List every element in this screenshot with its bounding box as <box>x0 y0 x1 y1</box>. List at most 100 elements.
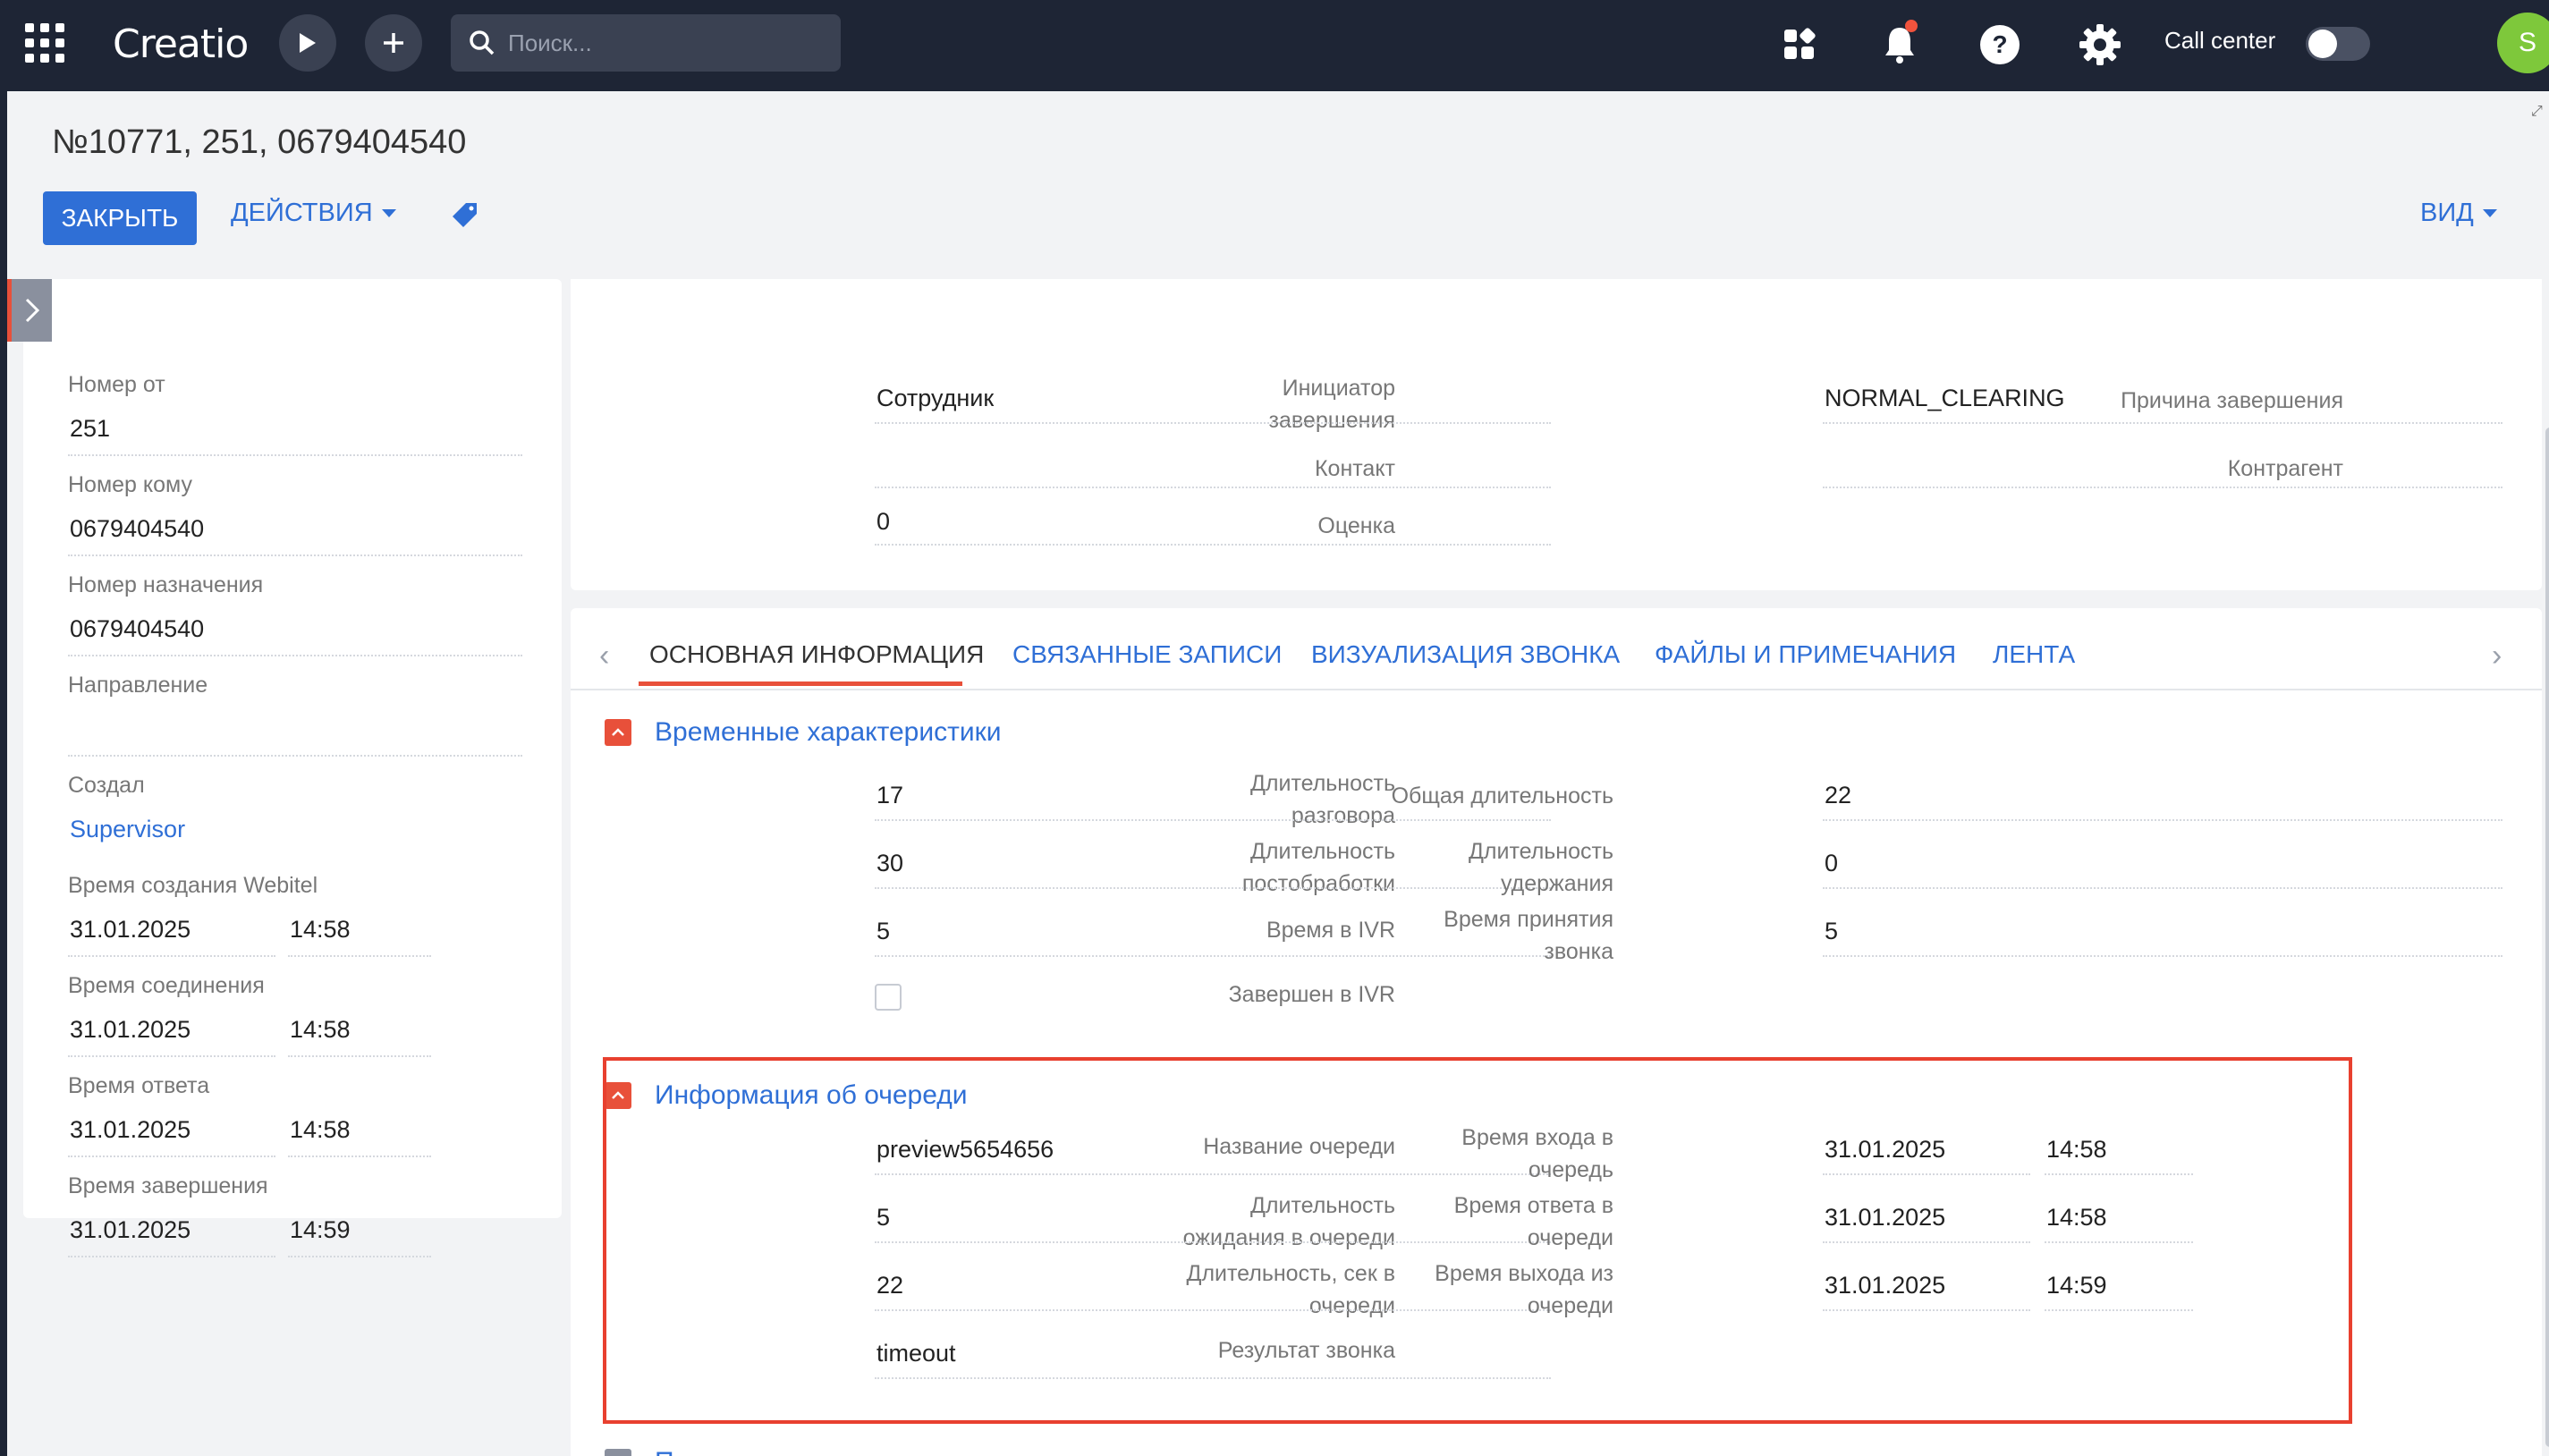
webitel-time-label: Время создания Webitel <box>68 873 318 898</box>
ivr-completed-label: Завершен в IVR <box>1228 982 1395 1007</box>
connect-time-value[interactable]: 14:58 <box>290 1016 351 1044</box>
field-underline <box>68 554 522 556</box>
initiator-label: Инициатор завершения <box>1268 376 1395 433</box>
time-group-title: Временные характеристики <box>655 717 1002 747</box>
field-underline <box>68 955 275 957</box>
chevron-down-icon <box>381 209 396 217</box>
field-underline <box>68 1055 275 1057</box>
rating-label: Оценка <box>1317 513 1395 538</box>
search-input[interactable] <box>508 29 830 57</box>
webitel-date-value[interactable]: 31.01.2025 <box>70 916 191 944</box>
connect-date-value[interactable]: 31.01.2025 <box>70 1016 191 1044</box>
total-duration-label: Общая длительность <box>1391 783 1613 808</box>
chevron-down-icon <box>2482 209 2497 217</box>
app-logo[interactable]: Creatio <box>113 21 249 67</box>
talk-duration-value[interactable]: 17 <box>876 782 903 809</box>
accept-time-value[interactable]: 5 <box>1825 918 1838 945</box>
expand-chevron-icon[interactable] <box>605 1449 631 1456</box>
actions-dropdown[interactable]: ДЕЙСТВИЯ <box>231 199 396 228</box>
notifications-bell-icon[interactable] <box>1875 20 1925 70</box>
field-underline <box>288 1256 431 1257</box>
view-dropdown[interactable]: ВИД <box>2420 199 2497 228</box>
field-underline <box>68 1155 275 1157</box>
field-underline <box>68 454 522 456</box>
avatar[interactable]: S <box>2497 13 2549 73</box>
answer-date-value[interactable]: 31.01.2025 <box>70 1116 191 1144</box>
end-time-label: Время завершения <box>68 1173 268 1198</box>
field-underline <box>1823 422 2502 424</box>
vars-group-title: Переменные <box>655 1447 816 1456</box>
number-from-label: Номер от <box>68 372 165 397</box>
postprocess-duration-label: Длительность постобработки <box>1241 839 1395 896</box>
view-label: ВИД <box>2420 199 2474 227</box>
tab-call-visualization[interactable]: ВИЗУАЛИЗАЦИЯ ЗВОНКА <box>1311 640 1620 669</box>
field-underline <box>288 955 431 957</box>
tab-files-notes[interactable]: ФАЙЛЫ И ПРИМЕЧАНИЯ <box>1655 640 1956 669</box>
contact-label: Контакт <box>1314 456 1395 481</box>
dest-number-label: Номер назначения <box>68 572 264 597</box>
hold-duration-label: Длительность удержания <box>1468 839 1613 896</box>
webitel-time-value[interactable]: 14:58 <box>290 916 351 944</box>
total-duration-value[interactable]: 22 <box>1825 782 1851 809</box>
field-underline <box>1823 819 2502 821</box>
answer-time-label: Время ответа <box>68 1073 210 1098</box>
call-center-label: Call center <box>2164 27 2276 54</box>
page-title: №10771, 251, 0679404540 <box>52 123 467 161</box>
apps-grid-icon[interactable] <box>25 23 64 63</box>
tag-icon[interactable] <box>451 200 479 233</box>
ivr-time-label: Время в IVR <box>1266 918 1395 943</box>
tab-bar: ‹ ОСНОВНАЯ ИНФОРМАЦИЯ СВЯЗАННЫЕ ЗАПИСИ В… <box>571 608 2542 690</box>
plus-icon <box>384 33 403 53</box>
created-by-label: Создал <box>68 773 145 798</box>
tab-feed[interactable]: ЛЕНТА <box>1993 640 2075 669</box>
postprocess-duration-value[interactable]: 30 <box>876 850 903 877</box>
dest-number-value[interactable]: 0679404540 <box>70 615 204 643</box>
dashboards-icon[interactable] <box>1774 20 1825 70</box>
tabs-scroll-right-icon[interactable]: › <box>2492 639 2502 673</box>
call-center-toggle[interactable] <box>2306 27 2370 61</box>
field-underline <box>1823 487 2502 488</box>
answer-time-value[interactable]: 14:58 <box>290 1116 351 1144</box>
notification-badge <box>1905 20 1918 32</box>
play-button[interactable] <box>279 14 336 72</box>
hold-duration-value[interactable]: 0 <box>1825 850 1838 877</box>
field-underline <box>875 487 1551 488</box>
tab-main-info[interactable]: ОСНОВНАЯ ИНФОРМАЦИЯ <box>649 640 984 669</box>
tabs-scroll-left-icon[interactable]: ‹ <box>599 639 609 673</box>
number-from-value[interactable]: 251 <box>70 415 110 443</box>
created-by-link[interactable]: Supervisor <box>70 816 185 843</box>
rating-value[interactable]: 0 <box>876 508 890 536</box>
ivr-time-value[interactable]: 5 <box>876 918 890 945</box>
help-icon[interactable]: ? <box>1975 20 2025 70</box>
end-date-value[interactable]: 31.01.2025 <box>70 1216 191 1244</box>
scrollbar[interactable] <box>2545 427 2549 1447</box>
play-icon <box>300 33 316 53</box>
end-reason-value[interactable]: NORMAL_CLEARING <box>1825 385 2065 412</box>
vars-group-header[interactable]: Переменные <box>605 1447 816 1456</box>
field-underline <box>68 1256 275 1257</box>
field-underline <box>875 887 1551 889</box>
close-button[interactable]: ЗАКРЫТЬ <box>43 191 197 245</box>
initiator-value[interactable]: Сотрудник <box>876 385 994 412</box>
field-underline <box>875 819 1551 821</box>
ivr-completed-checkbox[interactable] <box>875 984 902 1011</box>
number-to-value[interactable]: 0679404540 <box>70 515 204 543</box>
queue-info-highlight <box>603 1057 2352 1424</box>
account-label: Контрагент <box>2227 456 2343 481</box>
add-button[interactable] <box>365 14 422 72</box>
panel-collapse-toggle[interactable] <box>7 279 52 342</box>
left-info-panel: Номер от 251 Номер кому 0679404540 Номер… <box>23 279 562 1257</box>
actions-label: ДЕЙСТВИЯ <box>231 199 373 227</box>
expand-icon[interactable]: ⤢ <box>2531 104 2543 120</box>
collapse-icon[interactable] <box>605 719 631 746</box>
field-underline <box>1823 887 2502 889</box>
field-underline <box>1823 955 2502 957</box>
field-underline <box>875 544 1551 546</box>
top-bar: Creatio ? Call center S <box>0 0 2549 89</box>
search-icon <box>470 30 495 55</box>
tab-related-records[interactable]: СВЯЗАННЫЕ ЗАПИСИ <box>1012 640 1282 669</box>
end-time-value[interactable]: 14:59 <box>290 1216 351 1244</box>
settings-gear-icon[interactable] <box>2075 20 2125 70</box>
search-box[interactable] <box>451 14 841 72</box>
time-group-header[interactable]: Временные характеристики <box>605 717 1002 748</box>
